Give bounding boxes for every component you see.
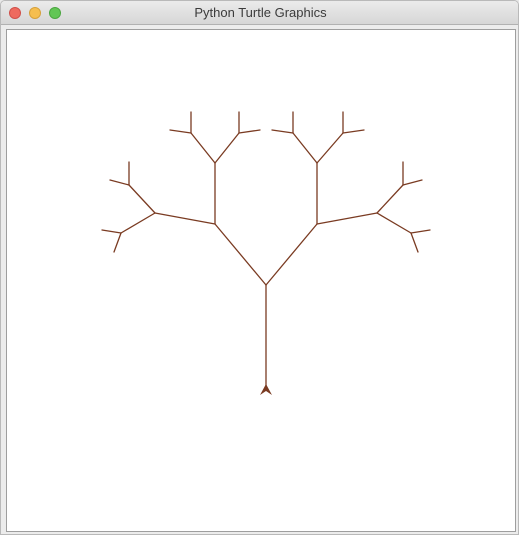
tree-branch <box>271 129 294 134</box>
tree-branch <box>214 223 267 286</box>
tree-branch <box>292 132 318 164</box>
tree-branch <box>154 212 216 225</box>
tree-branch <box>376 212 412 234</box>
tree-branch <box>101 229 122 234</box>
turtle-cursor-icon <box>260 384 272 395</box>
tree-branch <box>128 184 156 214</box>
tree-branch <box>113 232 122 253</box>
turtle-canvas[interactable] <box>6 29 516 532</box>
tree-branch <box>316 212 378 225</box>
tree-branch <box>316 132 344 164</box>
tree-branch <box>190 132 216 164</box>
tree-drawing <box>101 111 431 395</box>
tree-branch <box>402 179 423 186</box>
tree-branch <box>238 129 261 134</box>
tree-branch <box>169 129 192 134</box>
tree-branch <box>120 212 156 234</box>
window-title: Python Turtle Graphics <box>194 5 327 20</box>
tree-branch <box>376 184 404 214</box>
tree-branch <box>410 229 431 234</box>
title-bar[interactable]: Python Turtle Graphics <box>1 1 518 25</box>
tree-branch <box>265 223 318 286</box>
fractal-tree <box>101 111 431 388</box>
tree-branch <box>214 132 240 164</box>
turtle-window: Python Turtle Graphics <box>0 0 519 535</box>
tree-branch <box>410 232 419 253</box>
tree-branch <box>342 129 365 134</box>
tree-branch <box>109 179 130 186</box>
